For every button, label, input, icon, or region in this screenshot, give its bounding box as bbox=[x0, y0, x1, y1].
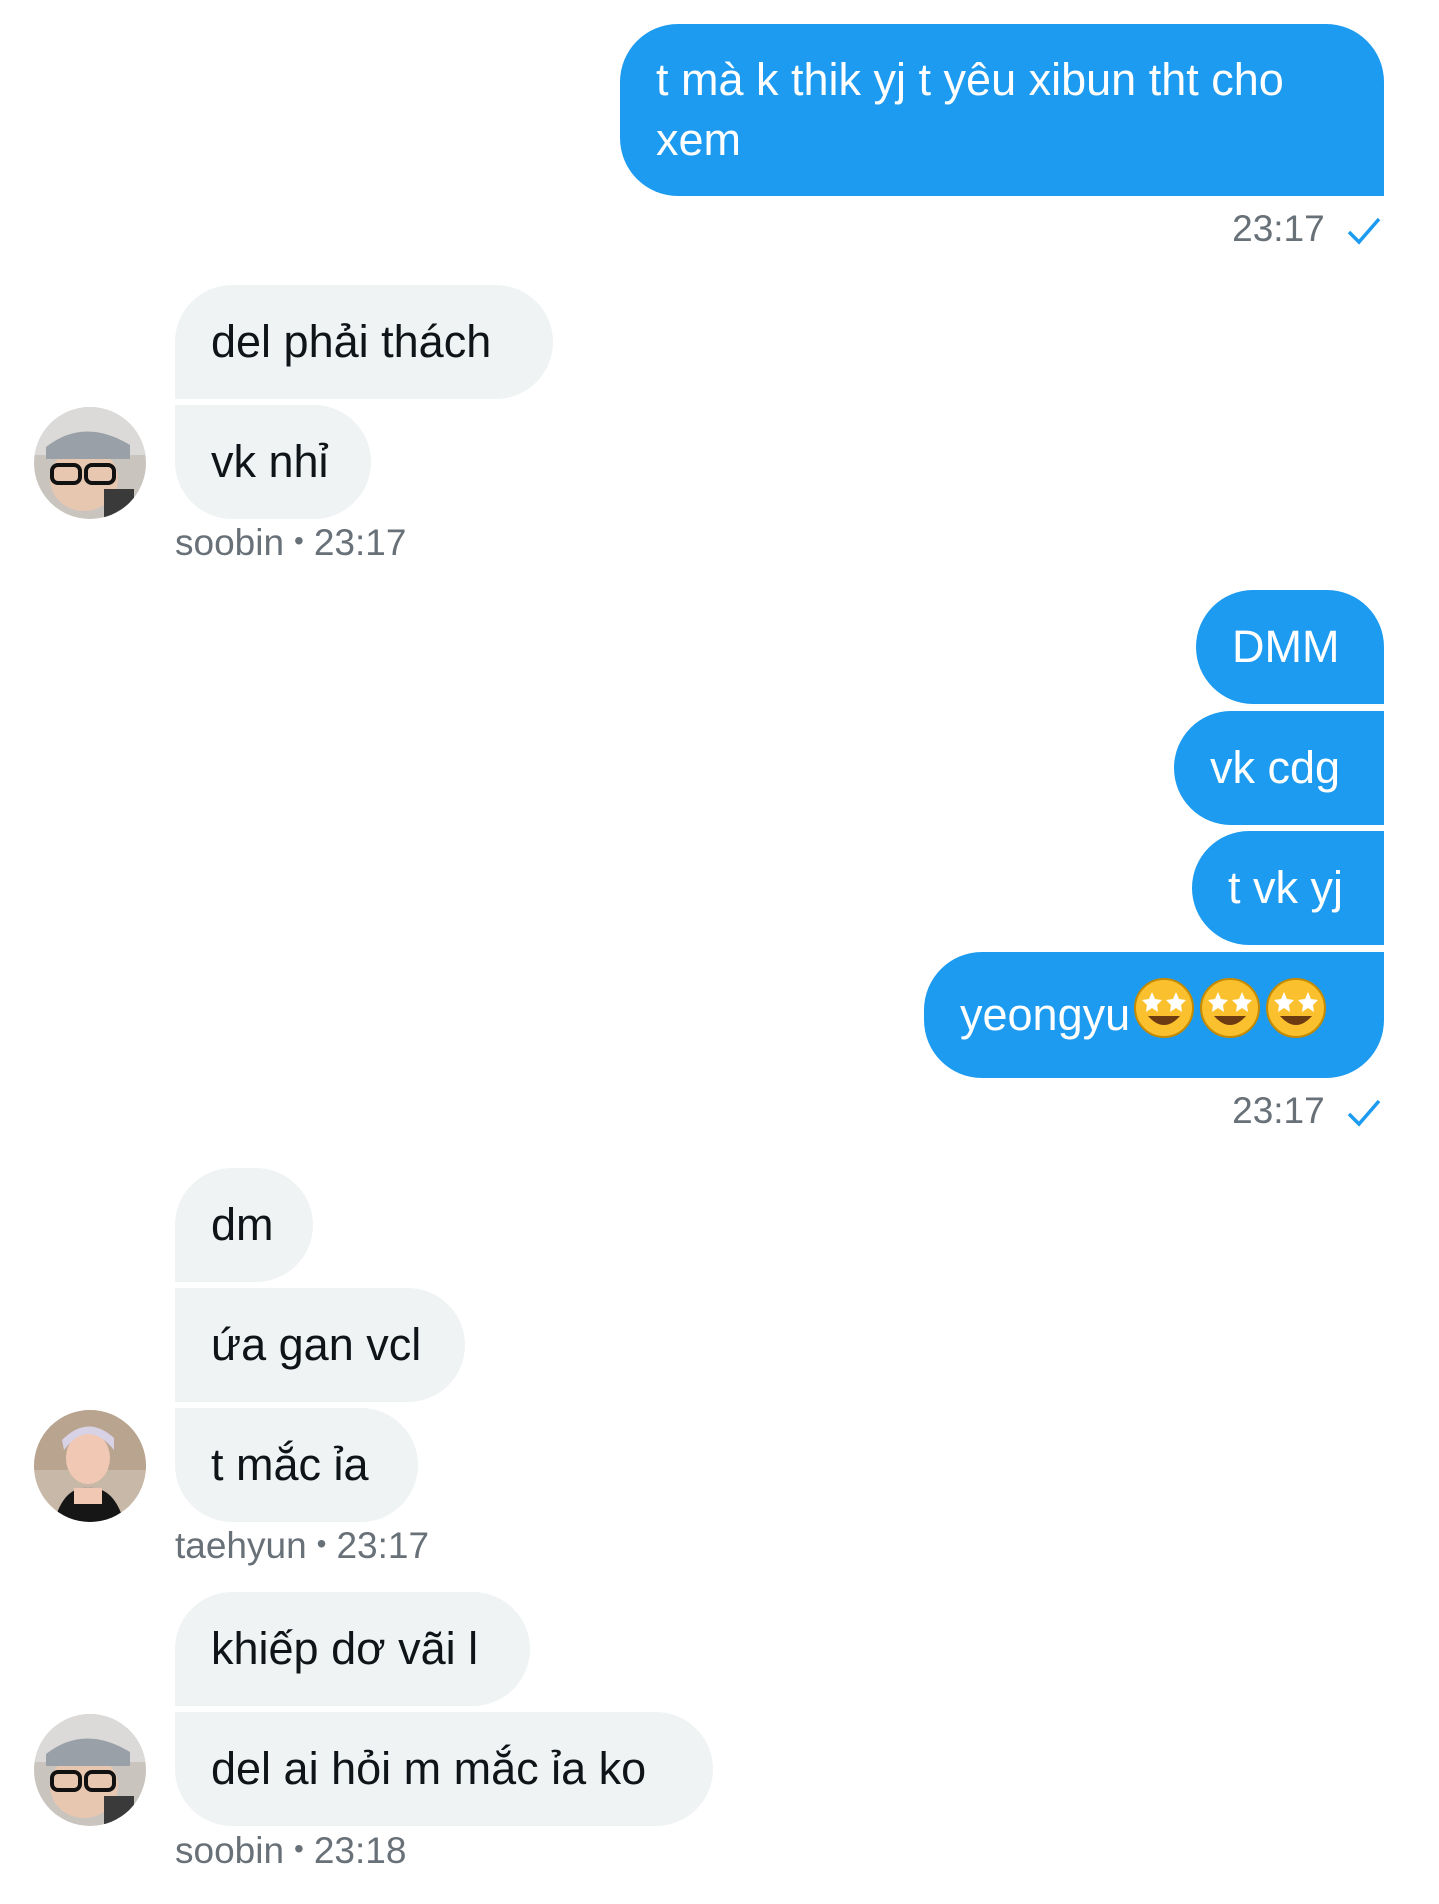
message-meta: soobin • 23:17 bbox=[175, 522, 407, 563]
avatar-soobin[interactable] bbox=[34, 1714, 146, 1826]
outgoing-message[interactable]: DMM bbox=[1196, 590, 1384, 704]
message-text: vk cdg bbox=[1210, 742, 1341, 793]
message-time: 23:17 bbox=[336, 1525, 430, 1566]
message-time: 23:17 bbox=[1232, 1090, 1325, 1131]
incoming-message[interactable]: t mắc ỉa bbox=[175, 1408, 418, 1522]
incoming-message[interactable]: del ai hỏi m mắc ỉa ko bbox=[175, 1712, 713, 1826]
check-icon bbox=[1347, 1100, 1381, 1127]
check-icon bbox=[1347, 218, 1381, 245]
message-meta: taehyun • 23:17 bbox=[175, 1525, 430, 1566]
message-text: yeongyu bbox=[960, 989, 1131, 1040]
sender-name: soobin bbox=[175, 1830, 285, 1871]
message-text: xem bbox=[656, 114, 742, 165]
message-text: t mắc ỉa bbox=[211, 1439, 369, 1490]
star-struck-emoji-icon bbox=[1198, 976, 1262, 1055]
star-struck-emoji-icon bbox=[1132, 976, 1196, 1055]
message-time: 23:17 bbox=[1232, 208, 1325, 249]
sender-name: soobin bbox=[175, 522, 285, 563]
outgoing-message[interactable]: yeongyu bbox=[924, 952, 1384, 1078]
message-text: t mà k thik yj t yêu xibun tht cho bbox=[656, 54, 1284, 105]
avatar-soobin[interactable] bbox=[34, 407, 146, 519]
outgoing-message[interactable]: t vk yj bbox=[1192, 831, 1384, 945]
message-text: dm bbox=[211, 1199, 274, 1250]
star-struck-emoji-icon bbox=[1264, 976, 1328, 1055]
incoming-message[interactable]: dm bbox=[175, 1168, 313, 1282]
incoming-message[interactable]: vk nhỉ bbox=[175, 405, 371, 519]
outgoing-message[interactable]: t mà k thik yj t yêu xibun tht cho xem bbox=[620, 24, 1384, 196]
message-text: ứa gan vcl bbox=[211, 1319, 422, 1370]
incoming-message[interactable]: khiếp dơ vãi l bbox=[175, 1592, 530, 1706]
message-time: 23:18 bbox=[313, 1830, 407, 1871]
message-text: khiếp dơ vãi l bbox=[211, 1623, 479, 1674]
message-text: del ai hỏi m mắc ỉa ko bbox=[211, 1743, 647, 1794]
message-text: del phải thách bbox=[211, 316, 492, 367]
message-meta: soobin • 23:18 bbox=[175, 1830, 407, 1871]
avatar-taehyun[interactable] bbox=[34, 1410, 146, 1522]
message-text: vk nhỉ bbox=[211, 436, 329, 487]
sender-name: taehyun bbox=[175, 1525, 307, 1566]
incoming-message[interactable]: ứa gan vcl bbox=[175, 1288, 465, 1402]
message-text: t vk yj bbox=[1228, 862, 1344, 913]
incoming-message[interactable]: del phải thách bbox=[175, 285, 553, 399]
message-meta: 23:17 bbox=[1232, 208, 1381, 250]
message-time: 23:17 bbox=[313, 522, 407, 563]
message-text: DMM bbox=[1232, 621, 1340, 672]
outgoing-message[interactable]: vk cdg bbox=[1174, 711, 1384, 825]
message-meta: 23:17 bbox=[1232, 1090, 1381, 1132]
